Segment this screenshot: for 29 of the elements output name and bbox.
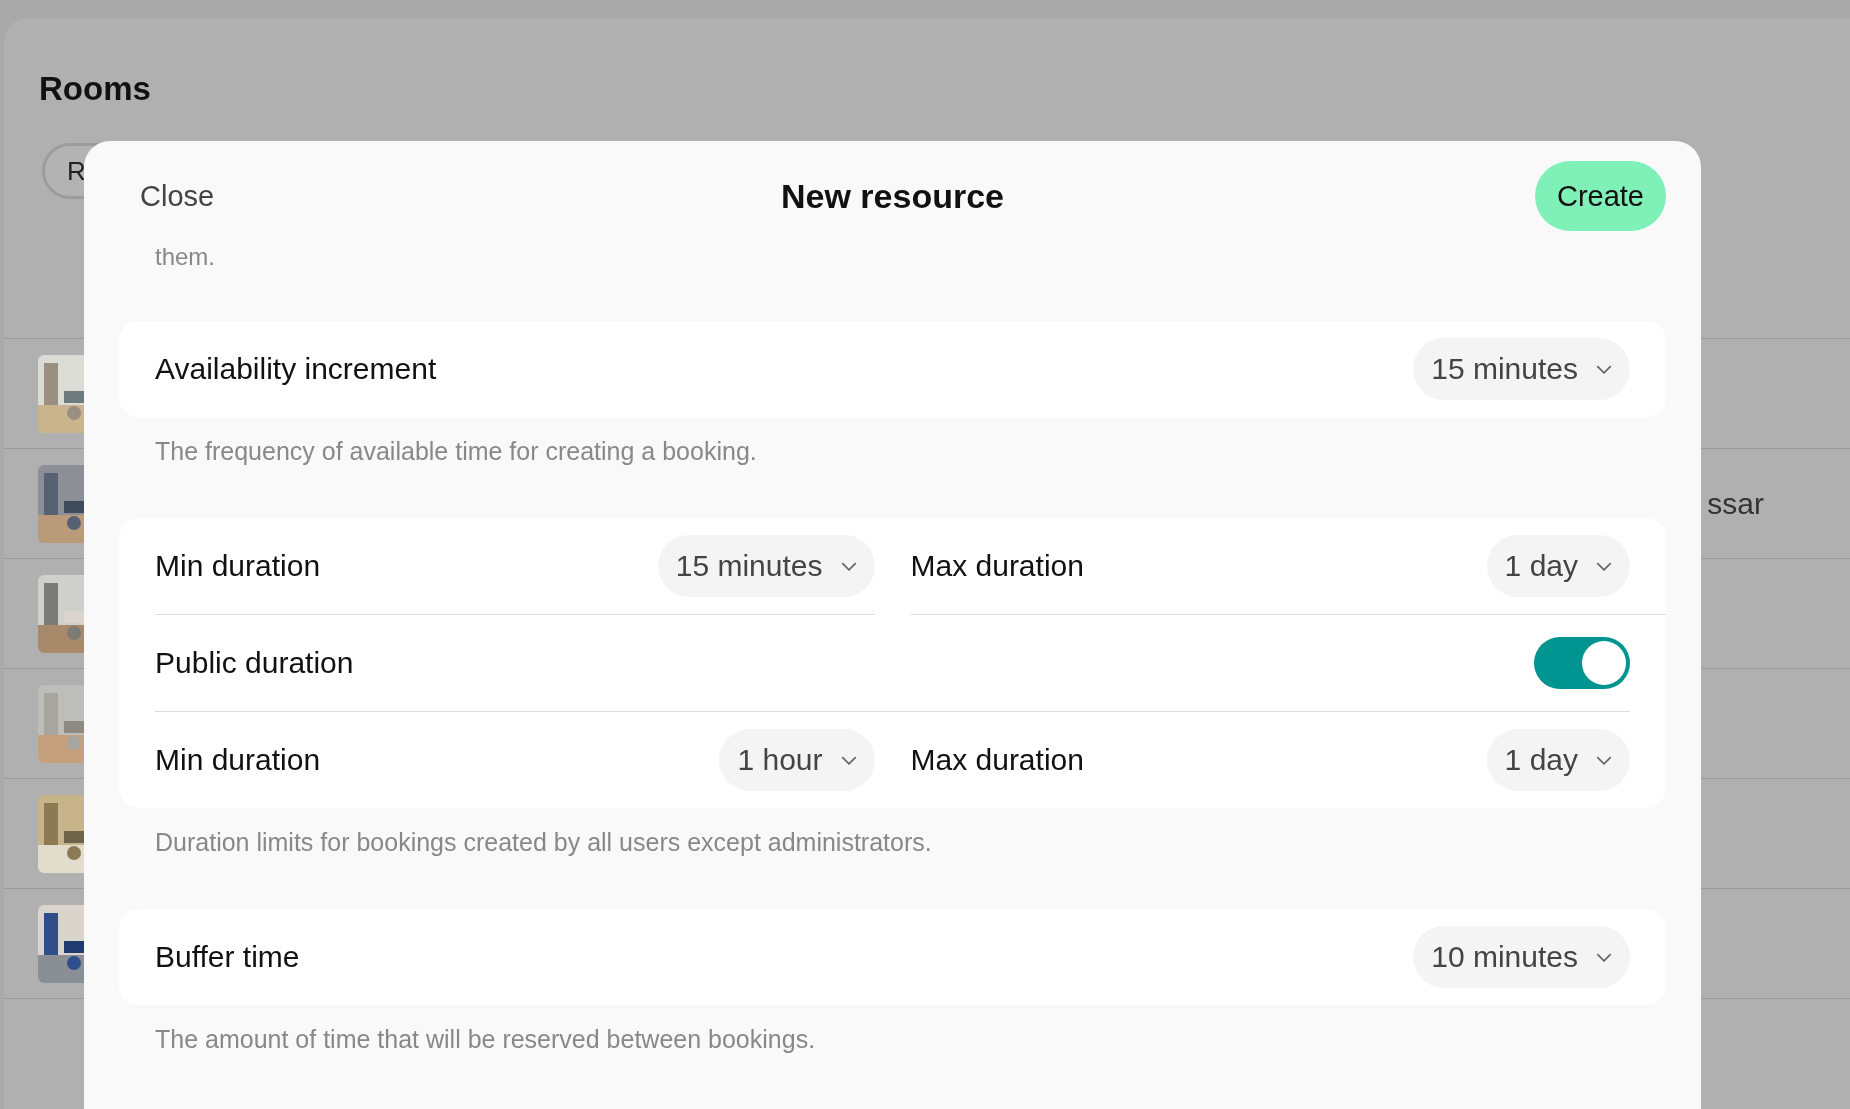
toggle-switch[interactable] [1534,637,1630,689]
modal-title: New resource [781,176,1004,216]
dropdown[interactable]: 1 hour [719,729,875,791]
dropdown[interactable]: 15 minutes [657,535,875,597]
chevron-icon [1596,952,1612,962]
description-text: them. [154,245,217,269]
dropdown[interactable]: 1 day [1486,729,1630,791]
chevron-icon [840,561,857,571]
dropdown[interactable]: 1 day [1486,535,1630,597]
chevron-icon [1596,755,1612,765]
description-text: The frequency of available time for creating a booking. [154,436,758,466]
description-text: The amount of time that will be reserved between bookings. [154,1024,817,1054]
setting-label: Max duration [910,743,1084,777]
room-name: ssar [1707,486,1764,521]
setting-label: Availability increment [155,352,437,386]
close-button[interactable]: Close [119,179,215,213]
setting-label: Min duration [155,743,321,777]
setting-label: Min duration [155,549,321,583]
page-title: Rooms [39,70,151,108]
dropdown[interactable]: 10 minutes [1413,926,1630,988]
description-text: Duration limits for bookings created by all users except administrators. [154,827,933,857]
chevron-icon [1596,561,1612,571]
setting-label: Max duration [910,549,1084,583]
chevron-icon [840,755,857,765]
setting-label: Public duration [155,646,354,680]
create-button[interactable]: Create [1534,161,1666,231]
chevron-icon [1596,364,1612,374]
dropdown[interactable]: 15 minutes [1413,338,1630,400]
setting-label: Buffer time [155,940,300,974]
